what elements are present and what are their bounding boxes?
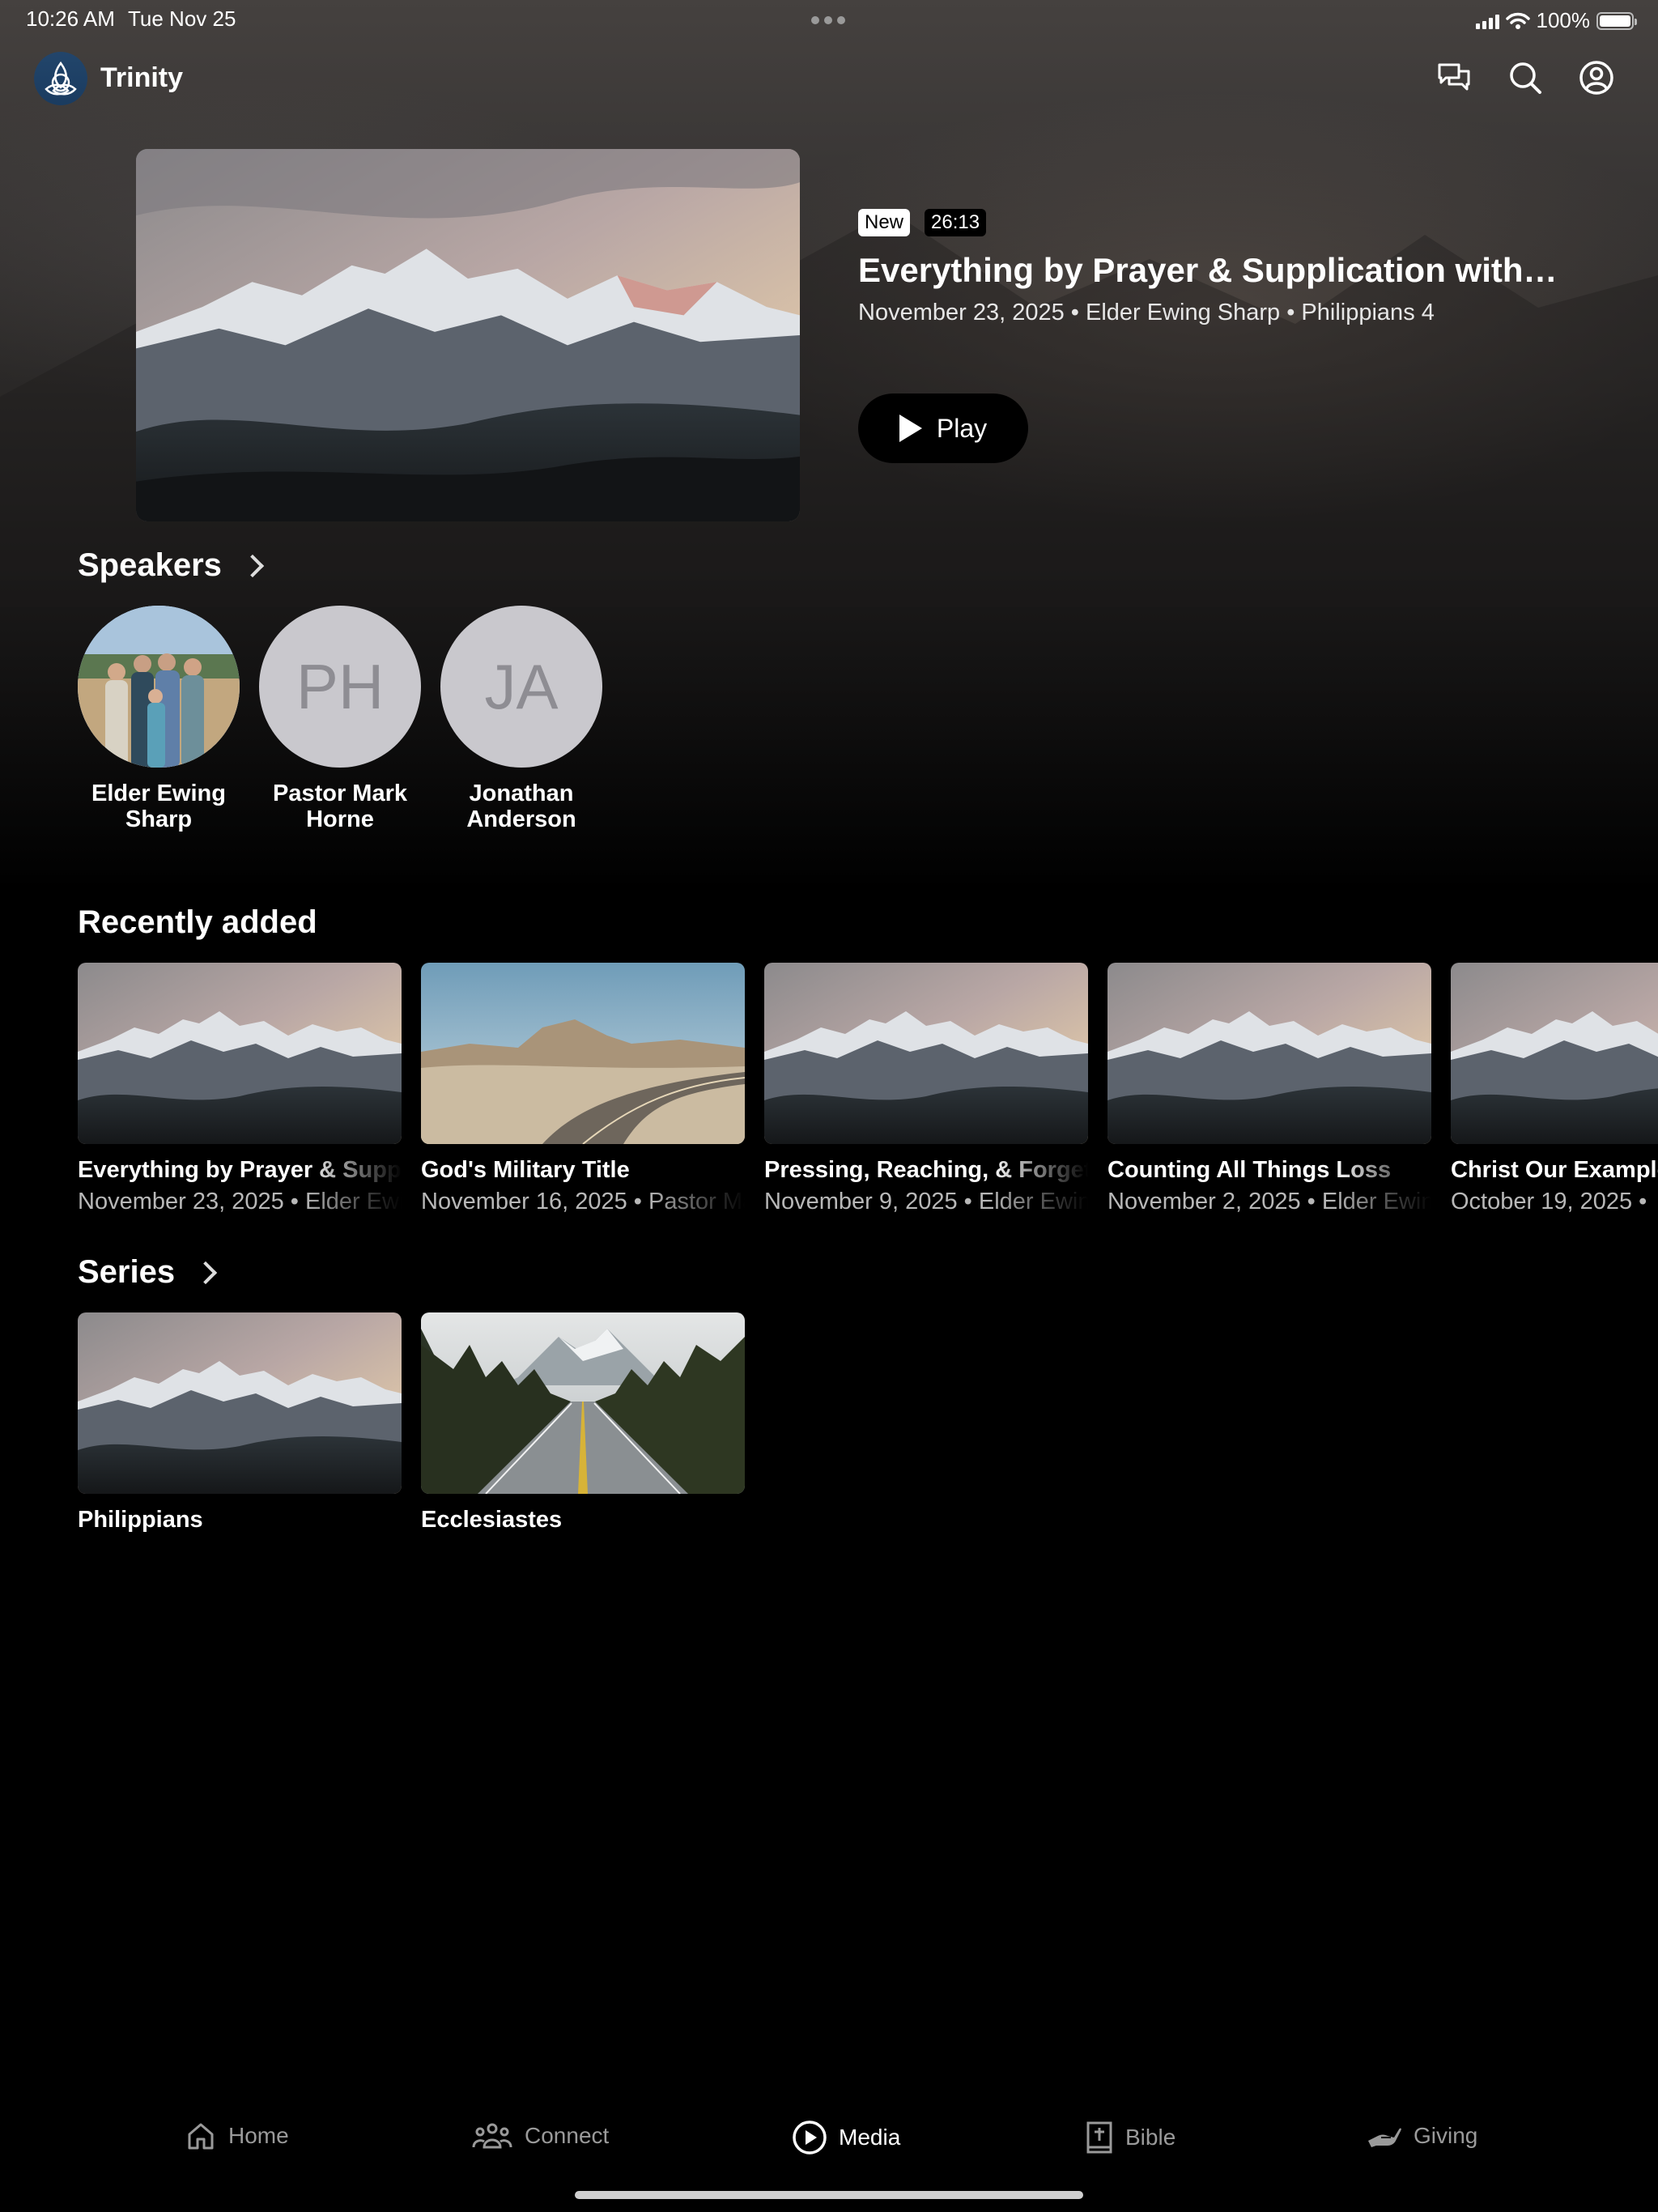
status-bar: 10:26 AM Tue Nov 25 100% bbox=[0, 0, 1658, 39]
duration-badge: 26:13 bbox=[925, 209, 987, 236]
media-card[interactable]: Counting All Things Loss November 2, 202… bbox=[1107, 963, 1431, 1215]
battery-icon bbox=[1596, 11, 1637, 30]
status-date: Tue Nov 25 bbox=[128, 6, 236, 31]
featured-thumbnail[interactable] bbox=[136, 149, 800, 521]
people-icon bbox=[472, 2123, 512, 2149]
chevron-right-icon bbox=[193, 1261, 218, 1284]
recently-added-header: Recently added bbox=[78, 904, 317, 941]
media-meta: October 19, 2025 • bbox=[1451, 1189, 1647, 1214]
search-icon[interactable] bbox=[1506, 58, 1545, 97]
play-label: Play bbox=[936, 413, 988, 443]
media-card[interactable]: Christ Our Example October 19, 2025 • bbox=[1451, 963, 1658, 1215]
series-card[interactable]: Ecclesiastes bbox=[421, 1312, 745, 1534]
speaker-avatar-placeholder: PH bbox=[259, 606, 421, 768]
tab-label: Giving bbox=[1414, 2123, 1478, 2148]
church-logo[interactable] bbox=[34, 52, 87, 105]
recently-added-title: Recently added bbox=[78, 904, 317, 940]
tab-media[interactable]: Media bbox=[792, 2120, 900, 2155]
speaker-name: Jonathan Anderson bbox=[466, 781, 576, 832]
tab-label: Connect bbox=[525, 2123, 610, 2148]
media-title: Christ Our Example bbox=[1451, 1157, 1658, 1183]
media-title: Everything by Prayer & Supplication with bbox=[78, 1157, 402, 1183]
media-thumbnail bbox=[421, 963, 745, 1144]
app-title: Trinity bbox=[100, 62, 184, 93]
speaker-name: Pastor Mark Horne bbox=[272, 781, 407, 832]
tab-home[interactable]: Home bbox=[185, 2120, 289, 2152]
media-thumbnail bbox=[78, 963, 402, 1144]
tab-bible[interactable]: Bible bbox=[1085, 2120, 1175, 2155]
media-card[interactable]: Pressing, Reaching, & Forgetting Novembe… bbox=[764, 963, 1088, 1215]
media-title: Pressing, Reaching, & Forgetting bbox=[764, 1157, 1088, 1183]
tab-connect[interactable]: Connect bbox=[471, 2120, 609, 2152]
tab-giving[interactable]: Giving bbox=[1367, 2120, 1477, 2152]
tab-label: Home bbox=[228, 2123, 289, 2148]
speaker-photo bbox=[78, 606, 240, 768]
speakers-header[interactable]: Speakers bbox=[78, 547, 265, 584]
tab-label: Media bbox=[839, 2125, 901, 2150]
media-card[interactable]: God's Military Title November 16, 2025 •… bbox=[421, 963, 745, 1215]
messages-icon[interactable] bbox=[1435, 58, 1473, 97]
wifi-icon bbox=[1505, 12, 1530, 29]
media-card[interactable]: Everything by Prayer & Supplication with… bbox=[78, 963, 402, 1215]
media-meta: November 2, 2025 • Elder Ewing Sharp bbox=[1107, 1189, 1431, 1214]
play-circle-icon bbox=[793, 2121, 827, 2155]
chevron-right-icon bbox=[240, 554, 265, 577]
featured-meta: November 23, 2025 • Elder Ewing Sharp • … bbox=[858, 300, 1435, 325]
media-meta: November 16, 2025 • Pastor Mark Horne bbox=[421, 1189, 745, 1214]
cellular-signal-icon bbox=[1475, 13, 1499, 29]
media-meta: November 9, 2025 • Elder Ewing Sharp bbox=[764, 1189, 1088, 1214]
home-indicator[interactable] bbox=[575, 2191, 1083, 2199]
new-badge: New bbox=[858, 209, 911, 236]
play-button[interactable]: Play bbox=[858, 393, 1028, 463]
series-thumbnail bbox=[78, 1312, 402, 1494]
series-card[interactable]: Philippians bbox=[78, 1312, 402, 1534]
media-thumbnail bbox=[1107, 963, 1431, 1144]
multitasking-dots-icon[interactable] bbox=[811, 16, 845, 24]
speaker-item[interactable]: Elder Ewing Sharp bbox=[68, 606, 249, 832]
series-title-label: Ecclesiastes bbox=[421, 1507, 563, 1533]
tab-label: Bible bbox=[1125, 2125, 1176, 2150]
series-title-label: Philippians bbox=[78, 1507, 203, 1533]
series-title: Series bbox=[78, 1254, 176, 1290]
featured-title[interactable]: Everything by Prayer & Supplication with… bbox=[858, 251, 1603, 290]
status-time: 10:26 AM bbox=[26, 6, 115, 31]
media-title: God's Military Title bbox=[421, 1157, 630, 1183]
speaker-item[interactable]: JA Jonathan Anderson bbox=[431, 606, 612, 832]
series-thumbnail bbox=[421, 1312, 745, 1494]
featured-info: New 26:13 Everything by Prayer & Supplic… bbox=[858, 209, 1603, 326]
speakers-title: Speakers bbox=[78, 547, 222, 583]
media-meta: November 23, 2025 • Elder Ewing Sharp bbox=[78, 1189, 402, 1214]
speaker-name: Elder Ewing Sharp bbox=[91, 781, 226, 832]
media-thumbnail bbox=[1451, 963, 1658, 1144]
account-icon[interactable] bbox=[1577, 58, 1616, 97]
speaker-item[interactable]: PH Pastor Mark Horne bbox=[249, 606, 431, 832]
home-icon bbox=[188, 2123, 214, 2150]
play-icon bbox=[899, 415, 922, 442]
battery-percent: 100% bbox=[1536, 8, 1591, 32]
series-header[interactable]: Series bbox=[78, 1254, 218, 1291]
media-title: Counting All Things Loss bbox=[1107, 1157, 1392, 1183]
bible-icon bbox=[1086, 2121, 1112, 2154]
speaker-avatar-placeholder: JA bbox=[440, 606, 602, 768]
media-thumbnail bbox=[764, 963, 1088, 1144]
giving-hand-icon bbox=[1368, 2128, 1401, 2147]
